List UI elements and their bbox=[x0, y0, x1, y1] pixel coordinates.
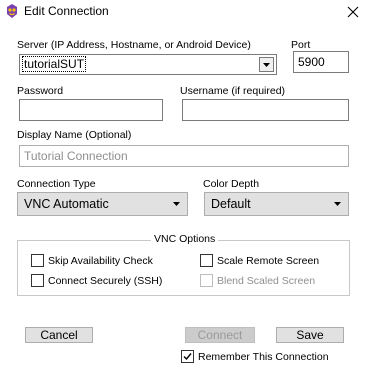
connection-type-value: VNC Automatic bbox=[24, 197, 109, 211]
server-value: tutorialSUT bbox=[21, 56, 87, 72]
remember-label: Remember This Connection bbox=[198, 350, 329, 363]
skip-availability-check[interactable]: Skip Availability Check bbox=[31, 254, 153, 267]
close-button[interactable] bbox=[338, 0, 367, 24]
connect-button: Connect bbox=[185, 327, 255, 343]
scale-remote-label: Scale Remote Screen bbox=[217, 254, 320, 267]
skip-availability-label: Skip Availability Check bbox=[48, 254, 153, 267]
color-depth-dropdown[interactable]: Default bbox=[204, 192, 349, 216]
connection-type-dropdown[interactable]: VNC Automatic bbox=[17, 192, 188, 216]
remember-connection-check[interactable]: Remember This Connection bbox=[181, 350, 329, 363]
connect-securely-checkbox[interactable] bbox=[31, 274, 44, 287]
password-label: Password bbox=[17, 85, 64, 97]
color-depth-label: Color Depth bbox=[203, 178, 260, 190]
vnc-options-group bbox=[17, 240, 350, 296]
save-button[interactable]: Save bbox=[276, 327, 344, 343]
cancel-button[interactable]: Cancel bbox=[25, 327, 93, 343]
connect-securely-label: Connect Securely (SSH) bbox=[48, 274, 163, 287]
port-input[interactable]: 5900 bbox=[293, 51, 349, 73]
blend-scaled-screen-check: Blend Scaled Screen bbox=[200, 274, 315, 287]
server-dropdown-button[interactable] bbox=[259, 57, 274, 72]
chevron-down-icon bbox=[263, 62, 270, 67]
skip-availability-checkbox[interactable] bbox=[31, 254, 44, 267]
display-name-input[interactable]: Tutorial Connection bbox=[19, 145, 349, 167]
vnc-options-title: VNC Options bbox=[151, 233, 219, 245]
checkmark-icon bbox=[183, 353, 192, 361]
username-label: Username (if required) bbox=[180, 85, 286, 97]
chevron-down-icon bbox=[173, 202, 180, 206]
color-depth-value: Default bbox=[211, 197, 251, 211]
display-name-label: Display Name (Optional) bbox=[17, 129, 132, 141]
connect-securely-check[interactable]: Connect Securely (SSH) bbox=[31, 274, 162, 287]
chevron-down-icon bbox=[334, 202, 341, 206]
app-icon bbox=[4, 3, 20, 19]
username-input[interactable] bbox=[182, 99, 349, 121]
blend-scaled-checkbox bbox=[200, 274, 213, 287]
scale-remote-screen-check[interactable]: Scale Remote Screen bbox=[200, 254, 319, 267]
port-label: Port bbox=[291, 39, 311, 51]
window-title: Edit Connection bbox=[24, 4, 109, 18]
blend-scaled-label: Blend Scaled Screen bbox=[217, 274, 316, 287]
scale-remote-checkbox[interactable] bbox=[200, 254, 213, 267]
password-input[interactable] bbox=[19, 99, 163, 121]
display-name-placeholder: Tutorial Connection bbox=[24, 149, 128, 163]
remember-checkbox[interactable] bbox=[181, 350, 194, 363]
server-combobox[interactable]: tutorialSUT bbox=[19, 54, 277, 75]
server-label: Server (IP Address, Hostname, or Android… bbox=[17, 39, 251, 51]
connection-type-label: Connection Type bbox=[17, 178, 96, 190]
close-icon bbox=[347, 6, 358, 18]
